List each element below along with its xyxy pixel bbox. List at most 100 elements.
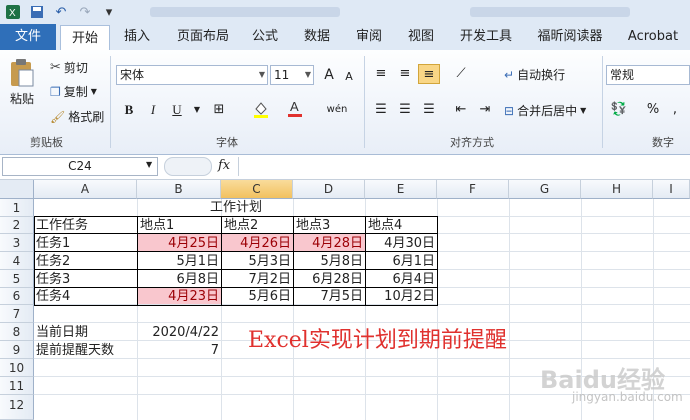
align-left-icon[interactable]: ☰ <box>370 100 392 120</box>
tab-home[interactable]: 开始 <box>60 25 110 51</box>
formula-input[interactable] <box>238 157 690 176</box>
wrap-text-button[interactable]: ↵ 自动换行 <box>504 66 565 83</box>
row-header-3[interactable]: 3 <box>0 234 34 252</box>
chevron-down-icon[interactable]: ▼ <box>146 160 152 169</box>
date-cell[interactable]: 4月28日 <box>293 235 365 252</box>
date-cell[interactable]: 5月1日 <box>137 253 221 270</box>
date-cell[interactable]: 5月8日 <box>293 253 365 270</box>
date-cell[interactable]: 7月5日 <box>293 288 365 305</box>
number-format-select[interactable]: 常规 <box>606 65 690 85</box>
shrink-font-button[interactable]: A <box>338 67 360 87</box>
row-header-6[interactable]: 6 <box>0 288 34 305</box>
chevron-down-icon[interactable]: ▼ <box>91 87 97 96</box>
formula-resize-handle[interactable] <box>164 157 212 176</box>
font-color-icon[interactable]: A <box>284 98 306 118</box>
redo-button[interactable]: ↷ <box>76 3 94 21</box>
sheet-title[interactable]: 工作计划 <box>34 199 438 216</box>
row-header-1[interactable]: 1 <box>0 199 34 217</box>
grow-font-button[interactable]: A <box>318 65 340 85</box>
current-date-label[interactable]: 当前日期 <box>36 324 136 341</box>
tab-review[interactable]: 审阅 <box>348 24 390 50</box>
tab-acrobat[interactable]: Acrobat <box>622 24 684 50</box>
tab-foxit-reader[interactable]: 福昕阅读器 <box>528 24 612 50</box>
increase-indent-icon[interactable]: ⇥ <box>474 100 496 120</box>
tab-view[interactable]: 视图 <box>400 24 442 50</box>
merge-center-button[interactable]: ⊟ 合并后居中 ▼ <box>504 102 586 119</box>
table-header-cell[interactable]: 工作任务 <box>36 217 136 234</box>
tab-data[interactable]: 数据 <box>296 24 338 50</box>
paste-button[interactable]: 粘贴 <box>8 58 36 107</box>
task-name-cell[interactable]: 任务3 <box>36 271 136 288</box>
align-top-icon[interactable]: ≡ <box>370 64 392 84</box>
row-header-7[interactable]: 7 <box>0 305 34 323</box>
format-painter-button[interactable]: 🖌 格式刷 <box>50 108 104 125</box>
column-header-g[interactable]: G <box>509 180 581 199</box>
date-cell[interactable]: 6月1日 <box>365 253 437 270</box>
row-header-12[interactable]: 12 <box>0 395 34 420</box>
date-cell[interactable]: 7月2日 <box>221 271 293 288</box>
row-header-10[interactable]: 10 <box>0 359 34 377</box>
cut-button[interactable]: ✂ 剪切 <box>50 59 88 76</box>
date-cell[interactable]: 6月8日 <box>137 271 221 288</box>
reminder-days-label[interactable]: 提前提醒天数 <box>36 342 136 359</box>
insert-function-button[interactable]: fx <box>218 158 230 173</box>
date-cell[interactable]: 5月6日 <box>221 288 293 305</box>
row-header-2[interactable]: 2 <box>0 217 34 234</box>
align-middle-icon[interactable]: ≡ <box>394 64 416 84</box>
column-header-h[interactable]: H <box>581 180 653 199</box>
row-header-5[interactable]: 5 <box>0 270 34 288</box>
date-cell[interactable]: 5月3日 <box>221 253 293 270</box>
fill-color-icon[interactable] <box>250 100 272 120</box>
column-header-d[interactable]: D <box>293 180 365 199</box>
decrease-indent-icon[interactable]: ⇤ <box>450 100 472 120</box>
row-header-8[interactable]: 8 <box>0 323 34 341</box>
column-header-f[interactable]: F <box>437 180 509 199</box>
save-icon[interactable] <box>28 3 46 21</box>
tab-developer[interactable]: 开发工具 <box>452 24 520 50</box>
table-header-cell[interactable]: 地点3 <box>296 217 364 234</box>
current-date-value[interactable]: 2020/4/22 <box>137 324 221 341</box>
currency-icon[interactable]: 💱 <box>608 100 630 120</box>
column-header-e[interactable]: E <box>365 180 437 199</box>
undo-button[interactable]: ↶ <box>52 3 70 21</box>
orientation-icon[interactable]: ⟋ <box>450 64 472 84</box>
phonetic-icon[interactable]: wén <box>326 100 348 120</box>
column-header-a[interactable]: A <box>34 180 137 199</box>
task-name-cell[interactable]: 任务4 <box>36 288 136 305</box>
align-right-icon[interactable]: ☰ <box>418 100 440 120</box>
date-cell[interactable]: 4月26日 <box>221 235 293 252</box>
align-bottom-icon[interactable]: ≡ <box>418 64 440 84</box>
date-cell[interactable]: 6月4日 <box>365 271 437 288</box>
date-cell[interactable]: 4月25日 <box>137 235 221 252</box>
bold-button[interactable]: B <box>118 100 140 120</box>
row-header-11[interactable]: 11 <box>0 377 34 395</box>
table-header-cell[interactable]: 地点1 <box>140 217 220 234</box>
tab-insert[interactable]: 插入 <box>113 24 161 50</box>
table-header-cell[interactable]: 地点2 <box>224 217 292 234</box>
task-name-cell[interactable]: 任务2 <box>36 253 136 270</box>
name-box[interactable]: C24 <box>2 157 158 176</box>
comma-button[interactable]: , <box>664 100 686 120</box>
date-cell[interactable]: 4月23日 <box>137 288 221 305</box>
column-header-i[interactable]: I <box>653 180 690 199</box>
column-header-b[interactable]: B <box>137 180 221 199</box>
font-size-select[interactable]: 11 ▼ <box>270 65 314 85</box>
date-cell[interactable]: 10月2日 <box>365 288 437 305</box>
column-header-c[interactable]: C <box>221 180 293 199</box>
percent-button[interactable]: % <box>642 100 664 120</box>
task-name-cell[interactable]: 任务1 <box>36 235 136 252</box>
row-header-4[interactable]: 4 <box>0 252 34 270</box>
copy-button[interactable]: ❐ 复制 ▼ <box>50 83 97 100</box>
font-name-select[interactable]: 宋体 ▼ <box>116 65 268 85</box>
reminder-days-value[interactable]: 7 <box>137 342 221 359</box>
tab-formulas[interactable]: 公式 <box>244 24 286 50</box>
table-header-cell[interactable]: 地点4 <box>368 217 436 234</box>
customize-qat-button[interactable]: ▾ <box>100 3 118 21</box>
tab-page-layout[interactable]: 页面布局 <box>168 24 238 50</box>
underline-button[interactable]: U <box>166 100 188 120</box>
align-center-icon[interactable]: ☰ <box>394 100 416 120</box>
borders-icon[interactable]: ⊞ <box>208 100 230 120</box>
italic-button[interactable]: I <box>142 100 164 120</box>
row-header-9[interactable]: 9 <box>0 341 34 359</box>
date-cell[interactable]: 6月28日 <box>293 271 365 288</box>
